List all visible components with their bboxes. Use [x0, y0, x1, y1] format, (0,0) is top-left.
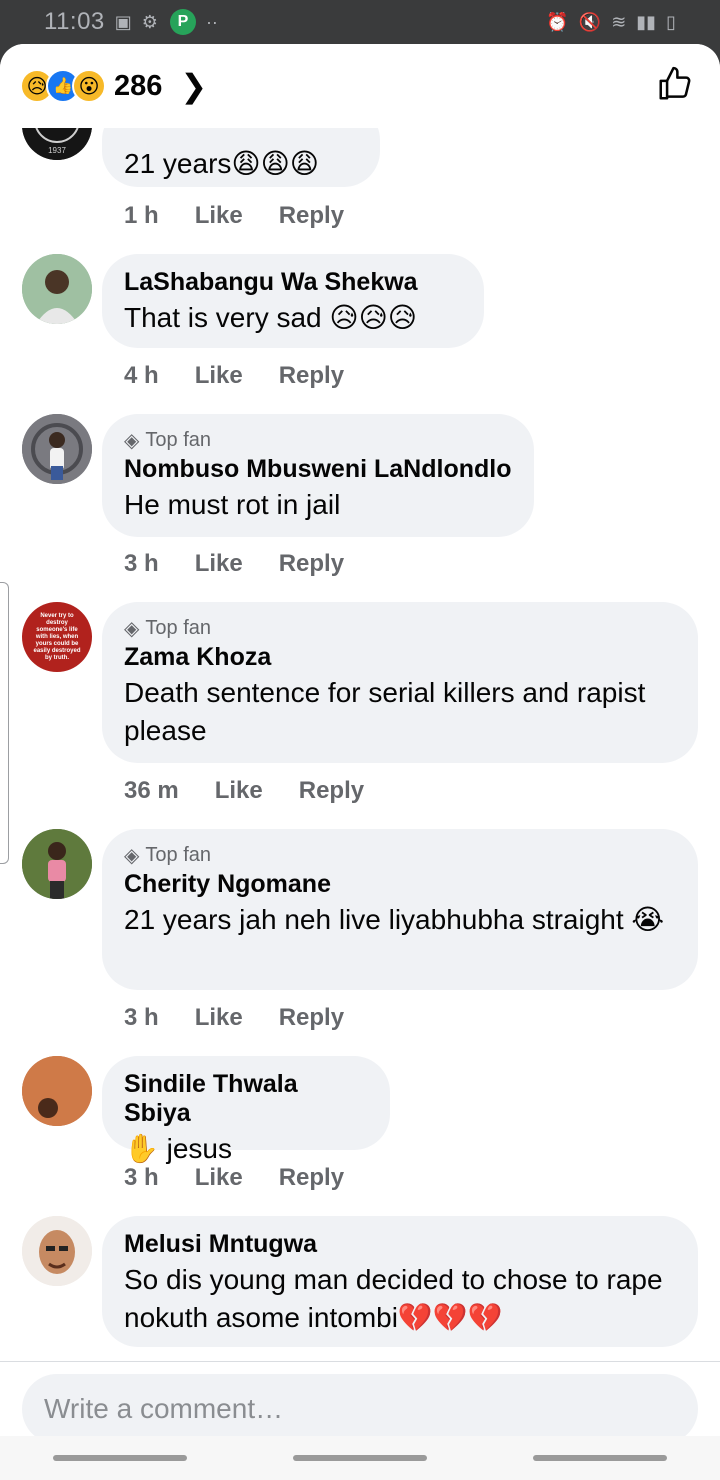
comment-bubble[interactable]: ◈ Top fan Nombuso Mbusweni LaNdlondlo He … [102, 414, 534, 537]
comment-author[interactable]: LaShabangu Wa Shekwa [124, 268, 462, 297]
person-photo-icon [22, 414, 92, 484]
person-photo-icon [22, 829, 92, 899]
comment-text: 21 years jah neh live liyabhubha straigh… [124, 904, 665, 935]
avatar[interactable] [22, 1056, 92, 1126]
status-bar: 11:03 ▣ ⚙ P ·· ⏰ 🔇 ≋ ▮▮ ▯ [0, 0, 720, 44]
avatar[interactable] [22, 254, 92, 324]
comment-text: He must rot in jail [124, 489, 341, 520]
nav-back[interactable] [533, 1455, 667, 1461]
cartoon-avatar-icon [22, 1216, 92, 1286]
reply-action[interactable]: Reply [279, 550, 344, 578]
badge-label: Top fan [145, 429, 211, 451]
comment-text: 21 years😩😩😩 [124, 148, 319, 179]
like-action[interactable]: Like [215, 777, 263, 805]
top-fan-badge: ◈ Top fan [124, 843, 676, 868]
comment-time: 1 h [124, 202, 159, 229]
comment-actions: 3 h Like Reply [124, 550, 380, 578]
quote-avatar-text: Never try to destroy someone's life with… [33, 612, 81, 661]
reply-action[interactable]: Reply [279, 362, 344, 390]
system-nav-bar [0, 1436, 720, 1480]
diamond-icon: ◈ [124, 430, 140, 452]
comment-actions: 1 h Like Reply [124, 202, 380, 230]
gallery-icon: ▣ [114, 11, 132, 32]
person-photo-icon [22, 1056, 92, 1126]
mute-icon: 🔇 [578, 11, 602, 32]
scroll-indicator[interactable] [0, 582, 9, 864]
app-p-icon: P [169, 9, 196, 35]
wifi-icon: ≋ [611, 11, 627, 32]
status-right: ⏰ 🔇 ≋ ▮▮ ▯ [546, 12, 676, 33]
settings-icon: ⚙ [141, 11, 158, 32]
comment-time: 3 h [124, 1004, 159, 1031]
status-time: 11:03 [44, 8, 105, 35]
comment-bubble[interactable]: Melusi Mntugwa So dis young man decided … [102, 1216, 698, 1347]
like-action[interactable]: Like [195, 362, 243, 390]
top-fan-badge: ◈ Top fan [124, 428, 512, 453]
comment-actions: 3 h Like Reply [124, 1164, 380, 1192]
badge-label: Top fan [145, 844, 211, 866]
comment-text: ✋ jesus [124, 1133, 233, 1164]
diamond-icon: ◈ [124, 845, 140, 867]
comment-author[interactable]: Cherity Ngomane [124, 870, 676, 899]
like-outline-icon[interactable] [656, 65, 694, 108]
comment-author[interactable]: Melusi Mntugwa [124, 1230, 676, 1259]
more-dots-icon: ·· [205, 11, 218, 32]
reaction-summary[interactable]: 😥 👍 😮 [20, 69, 106, 103]
comment-author[interactable]: Nombuso Mbusweni LaNdlondlo [124, 455, 512, 484]
comment-text: So dis young man decided to chose to rap… [124, 1264, 663, 1333]
comment-text: Death sentence for serial killers and ra… [124, 677, 646, 746]
like-action[interactable]: Like [195, 1164, 243, 1192]
diamond-icon: ◈ [124, 618, 140, 640]
comment-time: 3 h [124, 1164, 159, 1191]
comments-sheet: 1937 Lindokuhle Mbuli 21 years😩😩😩 1 h Li… [0, 44, 720, 1480]
person-photo-icon [22, 254, 92, 324]
reactions-header: 😥 👍 😮 286 ❯ [0, 44, 720, 128]
avatar[interactable] [22, 1216, 92, 1286]
nav-home[interactable] [293, 1455, 427, 1461]
alarm-icon: ⏰ [546, 11, 569, 32]
comment-author[interactable]: Sindile Thwala Sbiya [124, 1070, 368, 1128]
comment-text: That is very sad 😥😥😥 [124, 302, 417, 333]
comment-bubble[interactable]: Sindile Thwala Sbiya ✋ jesus [102, 1056, 390, 1164]
comment-bubble[interactable]: LaShabangu Wa Shekwa That is very sad 😥😥… [102, 254, 484, 348]
like-action[interactable]: Like [195, 550, 243, 578]
like-action[interactable]: Like [195, 1004, 243, 1032]
reaction-count[interactable]: 286 [114, 70, 162, 103]
top-fan-badge: ◈ Top fan [124, 616, 676, 641]
reply-action[interactable]: Reply [279, 1164, 344, 1192]
reply-action[interactable]: Reply [279, 202, 344, 230]
comment-actions: 4 h Like Reply [124, 362, 380, 390]
comment-bubble[interactable]: ◈ Top fan Cherity Ngomane 21 years jah ne… [102, 829, 698, 990]
avatar-year-text: 1937 [48, 146, 66, 155]
comment-author[interactable]: Zama Khoza [124, 643, 676, 672]
signal-icon: ▮▮ [636, 11, 657, 32]
like-action[interactable]: Like [195, 202, 243, 230]
chevron-right-icon[interactable]: ❯ [180, 67, 207, 105]
comment-bubble[interactable]: ◈ Top fan Zama Khoza Death sentence for s… [102, 602, 698, 763]
comment-time: 4 h [124, 362, 159, 389]
comment-input[interactable] [22, 1374, 698, 1444]
comment-actions: 3 h Like Reply [124, 1004, 380, 1032]
badge-label: Top fan [145, 617, 211, 639]
reply-action[interactable]: Reply [299, 777, 364, 805]
comment-time: 3 h [124, 550, 159, 577]
avatar[interactable] [22, 829, 92, 899]
avatar[interactable] [22, 414, 92, 484]
reply-action[interactable]: Reply [279, 1004, 344, 1032]
comment-time: 36 m [124, 777, 179, 804]
nav-recents[interactable] [53, 1455, 187, 1461]
comment-actions: 36 m Like Reply [124, 777, 400, 805]
avatar[interactable]: Never try to destroy someone's life with… [22, 602, 92, 672]
wow-reaction-icon: 😮 [72, 69, 106, 103]
battery-icon: ▯ [666, 11, 676, 32]
